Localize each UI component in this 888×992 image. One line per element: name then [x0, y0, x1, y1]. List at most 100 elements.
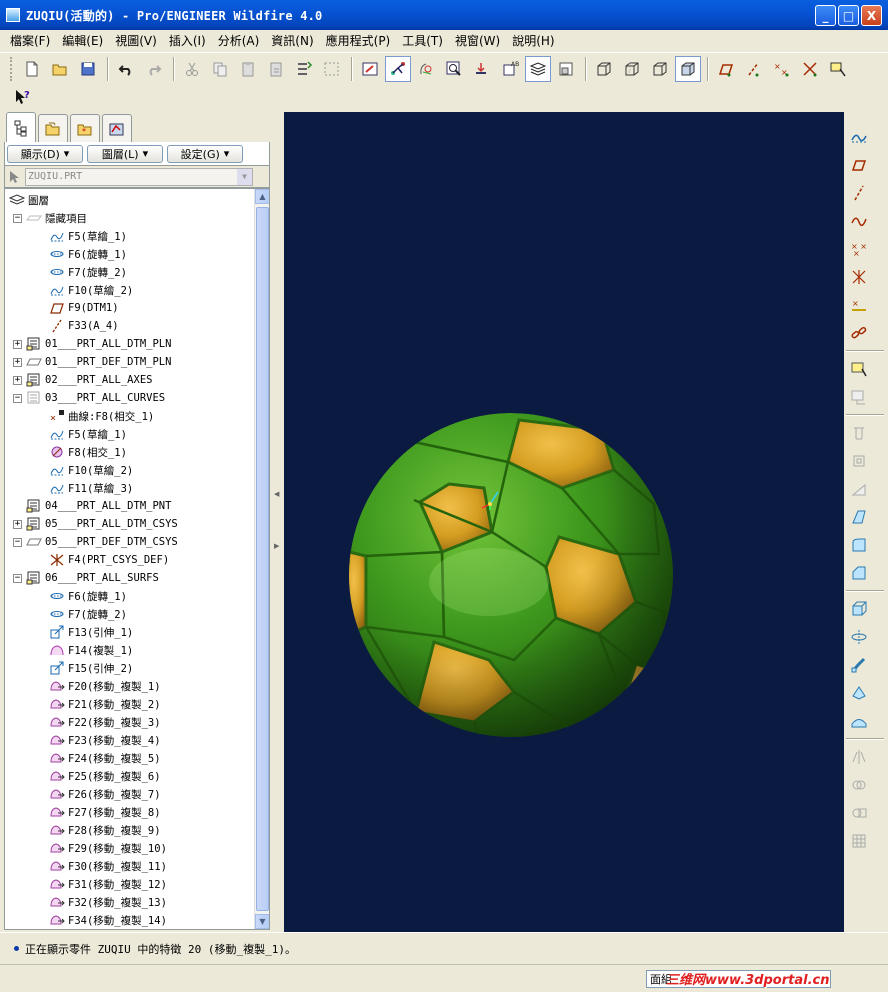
- expand-icon[interactable]: +: [13, 357, 22, 367]
- blend-icon[interactable]: [846, 680, 872, 706]
- datum-axis-tool-icon[interactable]: [846, 180, 872, 206]
- regenerate-icon[interactable]: [291, 56, 317, 82]
- tree-item[interactable]: F31(移動_複製_12): [49, 875, 167, 893]
- annotation-display-icon[interactable]: [825, 56, 851, 82]
- menu-item-4[interactable]: 分析(A): [212, 32, 266, 49]
- view-manager-icon[interactable]: [553, 56, 579, 82]
- toolbar-grip[interactable]: [10, 57, 13, 81]
- draft-icon[interactable]: [846, 504, 872, 530]
- save-icon[interactable]: [75, 56, 101, 82]
- minimize-button[interactable]: _: [815, 5, 836, 26]
- expand-icon[interactable]: +: [13, 519, 22, 529]
- hole-icon[interactable]: [846, 420, 872, 446]
- tree-item[interactable]: F6(旋轉_1): [49, 245, 127, 263]
- panel-sash[interactable]: ◀ ▶: [272, 112, 282, 930]
- settings-menu-button[interactable]: 設定(G) ▾: [167, 144, 243, 163]
- tree-item[interactable]: F27(移動_複製_8): [49, 803, 161, 821]
- csys-tool-icon[interactable]: [846, 264, 872, 290]
- model-tree-tab[interactable]: [6, 112, 36, 142]
- no-hidden-icon[interactable]: [647, 56, 673, 82]
- tree-item[interactable]: − 06___PRT_ALL_SURFS: [13, 569, 159, 587]
- tree-item[interactable]: F33(A_4): [49, 317, 119, 335]
- copy-icon[interactable]: [207, 56, 233, 82]
- expand-icon[interactable]: +: [13, 375, 22, 385]
- layers-menu-button[interactable]: 圖層(L) ▾: [87, 144, 163, 163]
- zoom-in-icon[interactable]: [441, 56, 467, 82]
- cut-icon[interactable]: [179, 56, 205, 82]
- show-menu-button[interactable]: 顯示(D) ▾: [7, 144, 83, 163]
- repaint-icon[interactable]: [357, 56, 383, 82]
- tree-item[interactable]: +01___PRT_DEF_DTM_PLN: [13, 353, 171, 371]
- datum-planes-icon[interactable]: [713, 56, 739, 82]
- connections-tab[interactable]: [102, 114, 132, 142]
- merge-icon[interactable]: [846, 772, 872, 798]
- named-view-icon[interactable]: AB: [497, 56, 523, 82]
- tree-item[interactable]: F11(草繪_3): [49, 479, 133, 497]
- tree-item[interactable]: − 03___PRT_ALL_CURVES: [13, 389, 165, 407]
- tree-item[interactable]: F22(移動_複製_3): [49, 713, 161, 731]
- tree-item[interactable]: F34(移動_複製_14): [49, 911, 167, 929]
- tree-item[interactable]: F20(移動_複製_1): [49, 677, 161, 695]
- tree-item[interactable]: × 曲線:F8(相交_1): [49, 407, 154, 425]
- chamfer-icon[interactable]: [846, 560, 872, 586]
- menu-item-8[interactable]: 視窗(W): [449, 32, 506, 49]
- pattern-icon[interactable]: [846, 828, 872, 854]
- extrude-tool-icon[interactable]: [846, 596, 872, 622]
- tree-item[interactable]: F26(移動_複製_7): [49, 785, 161, 803]
- tree-item[interactable]: F15(引伸_2): [49, 659, 133, 677]
- orient-mode-icon[interactable]: [413, 56, 439, 82]
- chain-icon[interactable]: [846, 320, 872, 346]
- tree-item[interactable]: F29(移動_複製_10): [49, 839, 167, 857]
- spin-center-icon[interactable]: [385, 56, 411, 82]
- tree-item[interactable]: +02___PRT_ALL_AXES: [13, 371, 152, 389]
- revolve-tool-icon[interactable]: [846, 624, 872, 650]
- tree-item[interactable]: 04___PRT_ALL_DTM_PNT: [13, 497, 171, 515]
- hidden-line-icon[interactable]: [619, 56, 645, 82]
- collapse-icon[interactable]: −: [13, 213, 22, 223]
- shading-icon[interactable]: [675, 56, 701, 82]
- collapse-icon[interactable]: −: [13, 537, 22, 547]
- expand-icon[interactable]: +: [13, 339, 22, 349]
- datum-axes-icon[interactable]: [741, 56, 767, 82]
- tree-item[interactable]: F6(旋轉_1): [49, 587, 127, 605]
- datum-plane-tool-icon[interactable]: [846, 152, 872, 178]
- analysis-tool-icon[interactable]: ×: [846, 292, 872, 318]
- rib-icon[interactable]: [846, 476, 872, 502]
- sweep-icon[interactable]: [846, 652, 872, 678]
- model-name-field[interactable]: ZUQIU.PRT ▼: [25, 167, 253, 186]
- tree-item[interactable]: F23(移動_複製_4): [49, 731, 161, 749]
- select-box-icon[interactable]: [319, 56, 345, 82]
- tree-item[interactable]: F24(移動_複製_5): [49, 749, 161, 767]
- tree-item[interactable]: F25(移動_複製_6): [49, 767, 161, 785]
- sash-expand-icon[interactable]: ▶: [274, 542, 279, 612]
- open-icon[interactable]: [47, 56, 73, 82]
- tree-item[interactable]: F7(旋轉_2): [49, 605, 127, 623]
- redo-icon[interactable]: [141, 56, 167, 82]
- boundary-icon[interactable]: [846, 708, 872, 734]
- menu-item-0[interactable]: 檔案(F): [4, 32, 56, 49]
- maximize-button[interactable]: □: [838, 5, 859, 26]
- tree-item[interactable]: − 05___PRT_DEF_DTM_CSYS: [13, 533, 178, 551]
- tree-item[interactable]: F32(移動_複製_13): [49, 893, 167, 911]
- collapse-icon[interactable]: −: [13, 393, 22, 403]
- tree-item[interactable]: 圖層: [9, 191, 49, 209]
- layers-icon[interactable]: [525, 56, 551, 82]
- sketched-curve-icon[interactable]: [846, 124, 872, 150]
- wireframe-icon[interactable]: [591, 56, 617, 82]
- coordinate-systems-icon[interactable]: [797, 56, 823, 82]
- favorites-tab[interactable]: *: [70, 114, 100, 142]
- paste-special-icon[interactable]: [263, 56, 289, 82]
- new-icon[interactable]: [19, 56, 45, 82]
- refit-icon[interactable]: [469, 56, 495, 82]
- graphics-window[interactable]: [284, 112, 844, 932]
- datum-curve-tool-icon[interactable]: [846, 208, 872, 234]
- collapse-icon[interactable]: −: [13, 573, 22, 583]
- menu-item-9[interactable]: 說明(H): [506, 32, 560, 49]
- close-button[interactable]: X: [861, 5, 882, 26]
- tree-item[interactable]: F5(草繪_1): [49, 425, 127, 443]
- round-icon[interactable]: [846, 532, 872, 558]
- chevron-down-icon[interactable]: ▼: [237, 168, 252, 185]
- tree-scrollbar[interactable]: ▲ ▼: [254, 189, 269, 929]
- menu-item-7[interactable]: 工具(T): [396, 32, 449, 49]
- whats-this-icon[interactable]: ?: [10, 84, 36, 110]
